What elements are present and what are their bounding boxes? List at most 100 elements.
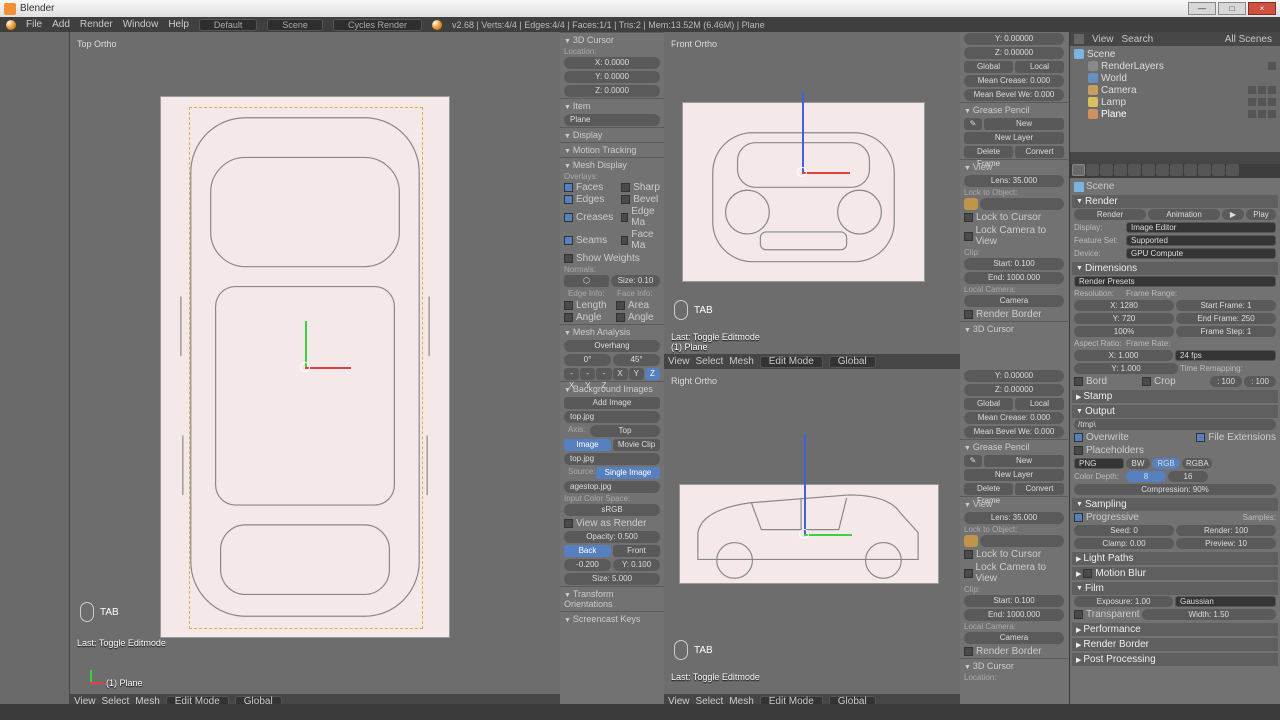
window-minimize[interactable]: —	[1188, 2, 1216, 15]
feature-dd[interactable]: Supported	[1126, 235, 1276, 246]
frame-step[interactable]: Frame Step: 1	[1176, 326, 1276, 337]
outl-search[interactable]: Search	[1122, 34, 1213, 45]
chk-showweights[interactable]: Show Weights	[560, 252, 664, 265]
bg-front[interactable]: Front	[613, 545, 660, 557]
sec-grease[interactable]: Grease Pencil	[960, 102, 1068, 117]
sec-motion[interactable]: Motion Tracking	[560, 142, 664, 157]
viewport-top[interactable]: Top Ortho TAB Last: Toggle Editmode (1) …	[70, 32, 560, 694]
sec-perf[interactable]: Performance	[1072, 623, 1278, 636]
bg-file2[interactable]: top.jpg	[564, 453, 660, 465]
sec-display[interactable]: Display	[560, 127, 664, 142]
tab-modifiers[interactable]	[1156, 164, 1169, 176]
tab-constraints[interactable]	[1142, 164, 1155, 176]
sec-rborder[interactable]: Render Border	[1072, 638, 1278, 651]
chk-area[interactable]: Area	[616, 300, 660, 311]
sec-meshdisp[interactable]: Mesh Display	[560, 157, 664, 172]
gp-newlayer[interactable]: New Layer	[964, 132, 1064, 144]
tool-shelf[interactable]	[0, 32, 70, 709]
scene-dropdown[interactable]: Scene	[267, 19, 323, 31]
properties-editor[interactable]: Scene Render Render Animation ▶ Play Dis…	[1070, 152, 1280, 704]
sec-lightpaths[interactable]: Light Paths	[1072, 552, 1278, 565]
tab-physics[interactable]	[1226, 164, 1239, 176]
outliner[interactable]: View Search All Scenes Scene RenderLayer…	[1070, 32, 1280, 152]
tab-particles[interactable]	[1212, 164, 1225, 176]
render-button[interactable]: Render	[1074, 209, 1146, 220]
frame-end[interactable]: End Frame: 250	[1176, 313, 1276, 324]
normals-btn[interactable]: ⬡	[564, 275, 609, 287]
render-presets[interactable]: Render Presets	[1074, 276, 1276, 287]
analysis-type[interactable]: Overhang	[564, 340, 660, 352]
outliner-tree[interactable]: Scene RenderLayers World Camera Lamp Pla…	[1070, 46, 1280, 122]
tree-world[interactable]: World	[1074, 72, 1276, 84]
bg-back[interactable]: Back	[564, 545, 611, 557]
bg-x[interactable]: -0.200	[564, 559, 611, 571]
menu-file[interactable]: File	[26, 19, 42, 30]
global-btn[interactable]: Global	[964, 61, 1013, 73]
sec-bgimg[interactable]: Background Images	[560, 381, 664, 396]
play-button[interactable]: ▶	[1222, 209, 1244, 220]
frame-start[interactable]: Start Frame: 1	[1176, 300, 1276, 311]
tree-plane[interactable]: Plane	[1074, 108, 1276, 120]
tab-world[interactable]	[1114, 164, 1127, 176]
menu-add[interactable]: Add	[52, 19, 70, 30]
tree-lamp[interactable]: Lamp	[1074, 96, 1276, 108]
sec-render[interactable]: Render	[1072, 195, 1278, 208]
bg-movie-tab[interactable]: Movie Clip	[613, 439, 660, 451]
normals-size[interactable]: Size: 0.10	[611, 275, 660, 287]
sec-film[interactable]: Film	[1072, 582, 1278, 595]
sec-meshanalysis[interactable]: Mesh Analysis	[560, 324, 664, 339]
compression[interactable]: Compression: 90%	[1074, 484, 1276, 495]
tab-scene[interactable]	[1100, 164, 1113, 176]
chk-viewrender[interactable]: View as Render	[560, 517, 664, 530]
lens[interactable]: Lens: 35.000	[964, 175, 1064, 187]
tab-data[interactable]	[1170, 164, 1183, 176]
tab-object[interactable]	[1128, 164, 1141, 176]
chk-seams[interactable]: Seams	[564, 229, 613, 251]
window-maximize[interactable]: □	[1218, 2, 1246, 15]
gp-new[interactable]: New	[984, 118, 1064, 130]
sec-stamp[interactable]: Stamp	[1072, 390, 1278, 403]
sec-dim[interactable]: Dimensions	[1072, 262, 1278, 275]
item-name[interactable]: Plane	[564, 114, 660, 126]
bg-image-tab[interactable]: Image	[564, 439, 611, 451]
chk-length[interactable]: Length	[564, 300, 608, 311]
outl-filter[interactable]: All Scenes	[1221, 34, 1276, 45]
chk-creases[interactable]: Creases	[564, 206, 613, 228]
tab-layers[interactable]	[1086, 164, 1099, 176]
menu-render[interactable]: Render	[80, 19, 113, 30]
sec-motionblur[interactable]: Motion Blur	[1072, 567, 1278, 580]
chk-sharp[interactable]: Sharp	[621, 182, 660, 193]
bg-file3[interactable]: agestop.jpg	[564, 481, 660, 493]
display-dd[interactable]: Image Editor	[1126, 222, 1276, 233]
sec-3dcursor2[interactable]: 3D Cursor	[960, 321, 1068, 336]
bg-source[interactable]: Single Image	[596, 467, 660, 479]
sec-3dcursor[interactable]: 3D Cursor	[560, 32, 664, 47]
menu-help[interactable]: Help	[168, 19, 189, 30]
chk-lockcur[interactable]: Lock to Cursor	[960, 211, 1068, 224]
res-y[interactable]: Y: 720	[1074, 313, 1174, 324]
viewport-front[interactable]: Front Ortho TAB Last: Toggle Editmode (1…	[664, 32, 960, 354]
cursor-z[interactable]: Z: 0.0000	[564, 85, 660, 97]
tab-texture[interactable]	[1198, 164, 1211, 176]
local-btn[interactable]: Local	[1015, 61, 1064, 73]
tab-render[interactable]	[1072, 164, 1085, 176]
sec-screencast[interactable]: Screencast Keys	[560, 611, 664, 626]
outl-view[interactable]: View	[1092, 34, 1114, 45]
output-path[interactable]: /tmp\	[1074, 419, 1276, 430]
bg-opacity[interactable]: Opacity: 0.500	[564, 531, 660, 543]
bg-colorspace[interactable]: sRGB	[564, 504, 660, 516]
sec-postproc[interactable]: Post Processing	[1072, 653, 1278, 666]
sec-sampling[interactable]: Sampling	[1072, 498, 1278, 511]
lock-obj-icon[interactable]	[964, 198, 978, 210]
tab-material[interactable]	[1184, 164, 1197, 176]
chk-bevel[interactable]: Bevel	[621, 194, 660, 205]
sec-item[interactable]: Item	[560, 98, 664, 113]
bg-size[interactable]: Size: 5.000	[564, 573, 660, 585]
n-panel-left[interactable]: 3D Cursor Location: X: 0.0000 Y: 0.0000 …	[560, 32, 664, 709]
chk-lockcam[interactable]: Lock Camera to View	[960, 224, 1068, 248]
menu-window[interactable]: Window	[123, 19, 159, 30]
animation-button[interactable]: Animation	[1148, 209, 1220, 220]
res-x[interactable]: X: 1280	[1074, 300, 1174, 311]
chk-facema[interactable]: Face Ma	[621, 229, 660, 251]
tree-scene[interactable]: Scene	[1074, 48, 1276, 60]
